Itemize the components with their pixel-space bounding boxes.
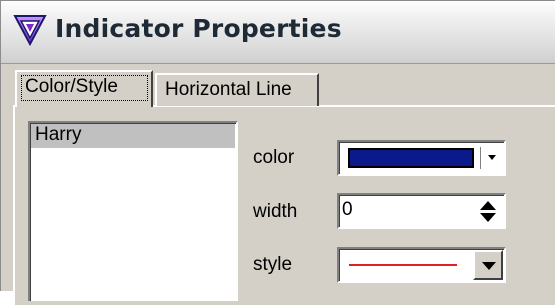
spin-up-icon[interactable] xyxy=(480,201,496,210)
tab-label: Horizontal Line xyxy=(165,79,292,100)
color-swatch xyxy=(348,148,474,168)
tab-color-style[interactable]: Color/Style xyxy=(15,70,153,107)
indicator-properties-window: Indicator Properties Color/Style Horizon… xyxy=(0,0,555,305)
color-label: color xyxy=(253,147,295,168)
width-label: width xyxy=(253,201,298,222)
width-value[interactable]: 0 xyxy=(342,199,353,221)
line-style-preview xyxy=(349,264,457,266)
indicator-app-icon xyxy=(13,15,47,47)
indicator-list[interactable]: Harry xyxy=(28,121,238,301)
divider xyxy=(480,147,481,169)
line-style-select[interactable] xyxy=(337,247,506,283)
window-title: Indicator Properties xyxy=(55,14,342,43)
color-picker[interactable] xyxy=(337,140,506,176)
tab-horizontal-line[interactable]: Horizontal Line xyxy=(155,73,319,106)
style-label: style xyxy=(253,254,293,275)
title-bar[interactable]: Indicator Properties xyxy=(1,0,555,64)
chevron-down-icon[interactable] xyxy=(488,155,496,160)
tab-label: Color/Style xyxy=(25,76,118,97)
spin-down-icon[interactable] xyxy=(480,213,496,222)
width-stepper[interactable]: 0 xyxy=(337,193,506,229)
list-item[interactable]: Harry xyxy=(31,124,235,148)
chevron-down-icon xyxy=(482,262,496,270)
style-dropdown-button[interactable] xyxy=(473,250,503,280)
